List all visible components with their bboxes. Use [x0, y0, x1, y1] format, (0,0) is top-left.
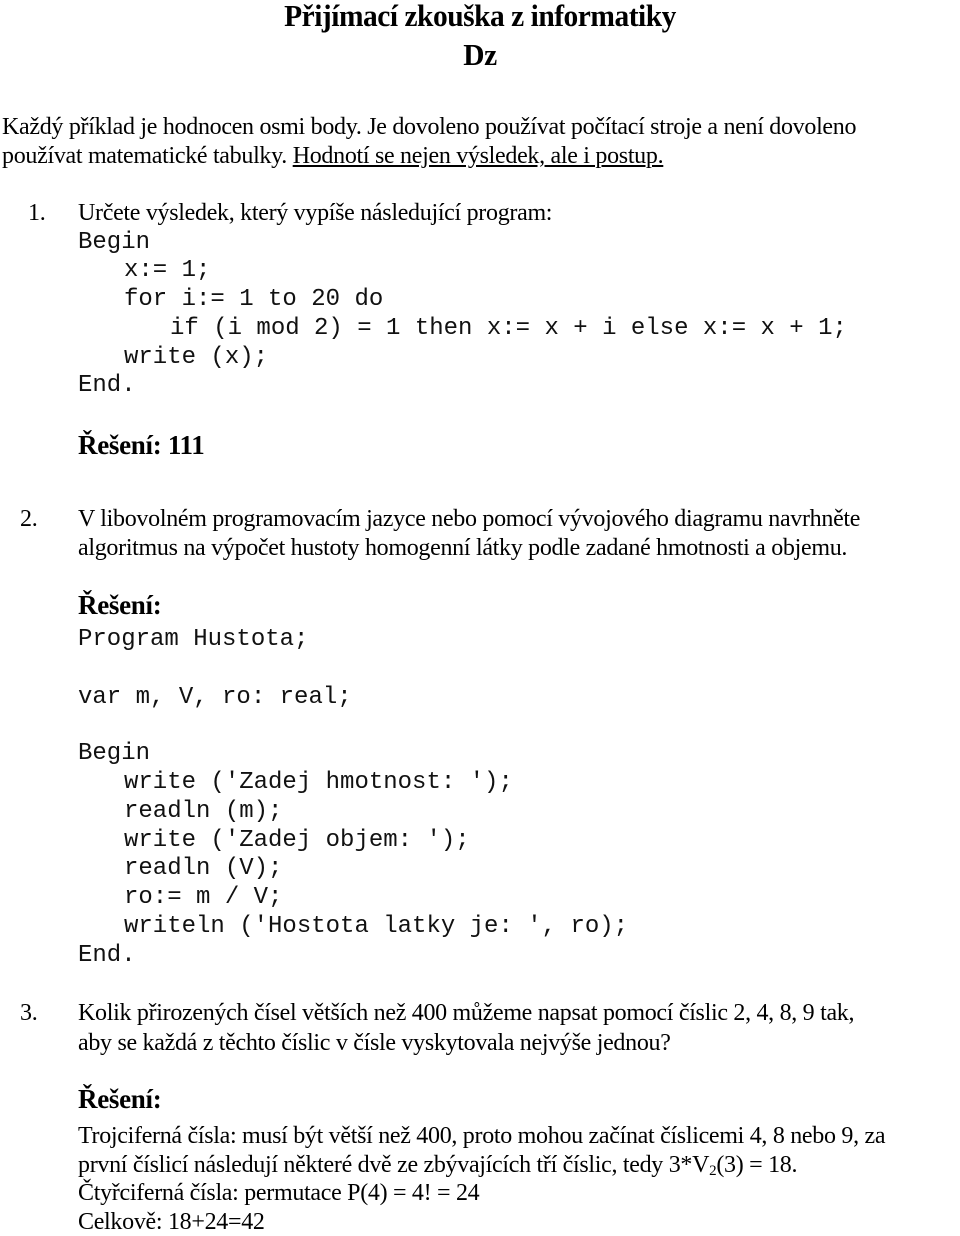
task2-code-line: ro:= m / V; [124, 884, 283, 911]
task1-number: 1. [28, 200, 46, 226]
intro-line-2: používat matematické tabulky. Hodnotí se… [2, 143, 664, 170]
task1-code-line: End. [78, 372, 136, 399]
task2-code-line: var m, V, ro: real; [78, 684, 352, 711]
task2-code-line: End. [78, 942, 136, 969]
page-subtitle: Dz [463, 37, 497, 72]
task2-code-line: write ('Zadej hmotnost: '); [124, 769, 513, 796]
task2-code-line: Begin [78, 740, 151, 767]
task3-solution-label: Řešení: [78, 1084, 162, 1114]
solution-text: (3) = 18. [716, 1152, 798, 1178]
task2-solution-label: Řešení: [78, 590, 162, 620]
page-title: Přijímací zkouška z informatiky [284, 0, 676, 33]
solution-text: první číslicí následují některé dvě ze z… [78, 1152, 710, 1178]
task3-solution-line-1: Trojciferná čísla: musí být větší než 40… [78, 1123, 886, 1149]
task2-code-line: Program Hustota; [78, 626, 309, 653]
task3-solution-line-4: Celkově: 18+24=42 [78, 1209, 265, 1235]
task3-question-line-2: aby se každá z těchto číslic v čísle vys… [78, 1030, 671, 1056]
task3-solution-line-3: Čtyřciferná čísla: permutace P(4) = 4! =… [78, 1180, 480, 1206]
task1-question: Určete výsledek, který vypíše následujíc… [78, 200, 553, 226]
task2-code-line: write ('Zadej objem: '); [124, 827, 470, 854]
task1-code-line: x:= 1; [124, 257, 211, 284]
task3-number: 3. [20, 1000, 38, 1026]
task2-number: 2. [20, 506, 38, 532]
intro-text: používat matematické tabulky. [2, 143, 293, 169]
task1-code-line: for i:= 1 to 20 do [124, 286, 384, 313]
task2-code-line: readln (m); [124, 798, 283, 825]
task1-code-line: if (i mod 2) = 1 then x:= x + i else x:=… [170, 315, 847, 342]
task2-question-line-2: algoritmus na výpočet hustoty homogenní … [78, 535, 848, 561]
intro-underlined-note: Hodnotí se nejen výsledek, ale i postup. [292, 143, 664, 169]
task2-code-line: writeln ('Hostota latky je: ', ro); [124, 913, 629, 940]
task3-question-line-1: Kolik přirozených čísel větších než 400 … [78, 1000, 855, 1026]
task1-code-line: write (x); [124, 344, 269, 371]
task1-solution: Řešení: 111 [78, 430, 205, 460]
task2-question-line-1: V libovolném programovacím jazyce nebo p… [78, 506, 861, 532]
task2-code-line: readln (V); [124, 855, 283, 882]
task3-solution-line-2: první číslicí následují některé dvě ze z… [78, 1152, 797, 1179]
intro-line-1: Každý příklad je hodnocen osmi body. Je … [2, 114, 857, 140]
task1-code-line: Begin [78, 229, 151, 256]
